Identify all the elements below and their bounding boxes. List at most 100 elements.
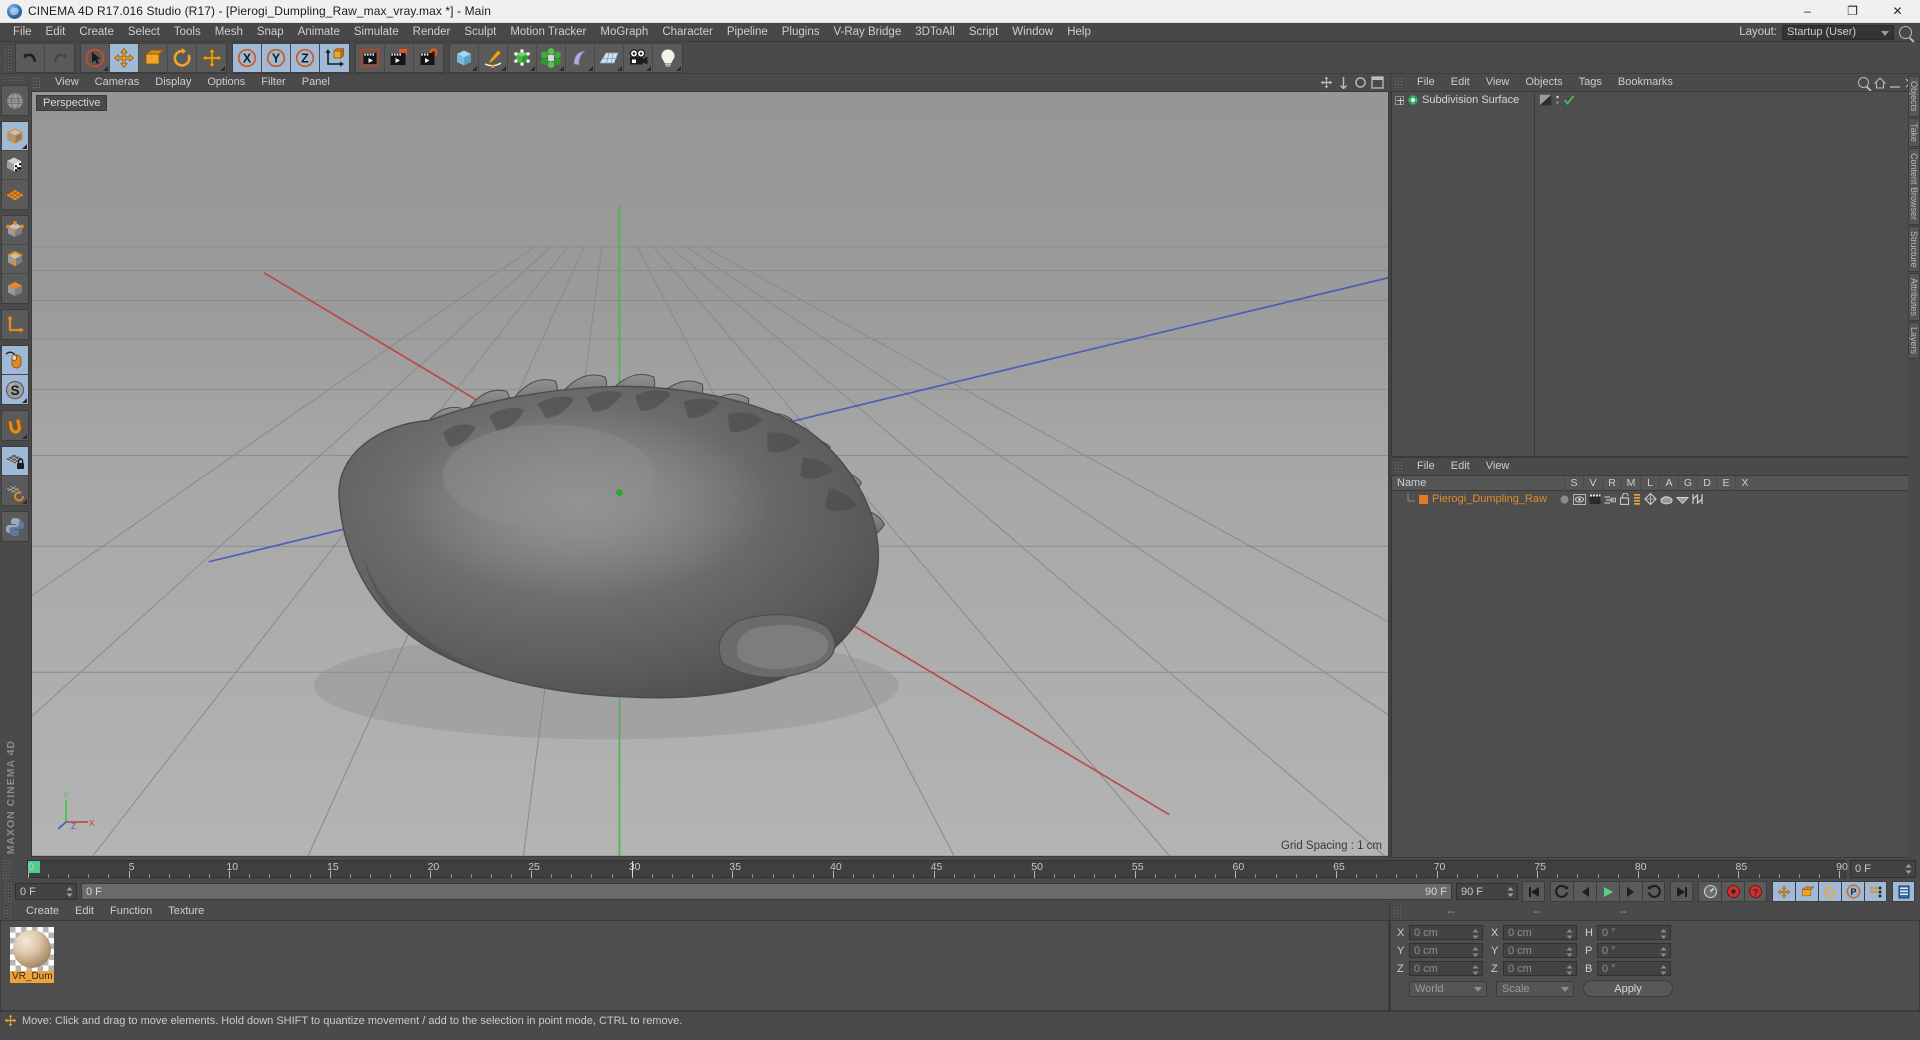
eye-icon[interactable] [1572,493,1586,505]
spinner-icon[interactable] [66,887,73,897]
viewport-menu-filter[interactable]: Filter [253,74,293,91]
lm-menu-view[interactable]: View [1478,458,1518,475]
scale-tool[interactable] [139,43,168,72]
points-mode[interactable] [2,216,28,245]
phong-tag-icon[interactable] [1539,94,1552,106]
generator-icon[interactable] [1644,493,1657,505]
coord-rot-h-field[interactable]: 0 ° [1597,925,1671,940]
om-menu-objects[interactable]: Objects [1517,74,1570,91]
object-manager-grip[interactable] [1394,77,1404,88]
menu-edit[interactable]: Edit [39,23,73,42]
spinner-icon[interactable] [1472,929,1479,939]
menu-sculpt[interactable]: Sculpt [457,23,503,42]
mm-menu-create[interactable]: Create [18,903,67,920]
mm-menu-edit[interactable]: Edit [67,903,102,920]
go-to-end-button[interactable] [1670,881,1693,902]
expand-plus-icon[interactable] [1395,95,1404,105]
material-list[interactable]: VR_Dum [0,920,1389,1011]
scale-key-toggle[interactable] [1795,881,1818,902]
coord-size-x-field[interactable]: 0 cm [1503,925,1577,940]
go-to-start-button[interactable] [1522,881,1545,902]
spinner-icon[interactable] [1905,864,1912,874]
menu-mesh[interactable]: Mesh [208,23,250,42]
render-clapper-icon[interactable] [1589,494,1601,505]
texture-axis-mode[interactable] [2,86,28,115]
menu-help[interactable]: Help [1060,23,1098,42]
coord-pos-y-field[interactable]: 0 cm [1409,943,1483,958]
menu-file[interactable]: File [6,23,39,42]
coordinates-grip[interactable] [1393,906,1403,917]
green-check-icon[interactable] [1563,94,1575,106]
menu-vray-bridge[interactable]: V-Ray Bridge [826,23,908,42]
toolbar-grip[interactable] [4,44,13,71]
lock-x-axis[interactable]: X [233,43,262,72]
lm-menu-edit[interactable]: Edit [1443,458,1478,475]
render-to-picture-viewer-button[interactable] [385,43,414,72]
object-manager-tree[interactable]: Subdivision Surface [1391,91,1920,457]
world-object-coordinate-toggle[interactable] [320,43,349,72]
menu-select[interactable]: Select [121,23,167,42]
go-to-previous-key-button[interactable] [1550,881,1573,902]
timeline-toggle[interactable] [1892,881,1915,902]
spinner-icon[interactable] [1660,947,1667,957]
minimize-button[interactable]: – [1785,0,1830,23]
add-cube-button[interactable] [450,43,479,72]
spinner-icon[interactable] [1566,965,1573,975]
coord-size-z-field[interactable]: 0 cm [1503,961,1577,976]
apply-button[interactable]: Apply [1583,980,1673,997]
viewport-move-icon[interactable] [1320,76,1333,89]
add-generator-button[interactable] [508,43,537,72]
deform-icon[interactable] [1660,493,1673,505]
om-menu-edit[interactable]: Edit [1443,74,1478,91]
menu-create[interactable]: Create [72,23,121,42]
model-mode[interactable] [2,122,28,151]
dot-icon[interactable] [1559,494,1570,505]
menu-script[interactable]: Script [962,23,1005,42]
lock-y-axis[interactable]: Y [262,43,291,72]
viewport-menu-view[interactable]: View [47,74,87,91]
layer-icon[interactable] [1604,494,1616,505]
menu-render[interactable]: Render [406,23,458,42]
viewport-menu-panel[interactable]: Panel [294,74,338,91]
menu-window[interactable]: Window [1005,23,1060,42]
spinner-icon[interactable] [1472,947,1479,957]
transform-mode-select[interactable]: Scale [1496,980,1574,997]
point-level-animation-toggle[interactable] [1864,881,1887,902]
xref-icon[interactable] [1692,493,1703,505]
om-menu-tags[interactable]: Tags [1571,74,1610,91]
timeline-ruler[interactable]: 0 5 10 15 20 25 30 35 40 45 50 55 60 65 70 75 80 85 90 [27,860,1848,878]
menu-snap[interactable]: Snap [250,23,291,42]
add-light-button[interactable] [653,43,682,72]
spinner-icon[interactable] [1660,929,1667,939]
maximize-button[interactable]: ❐ [1830,0,1875,23]
coordinate-system-select[interactable]: World [1409,980,1487,997]
autokeying-button[interactable] [1721,881,1744,902]
timeline-grip[interactable] [2,859,11,879]
polygons-mode[interactable] [2,274,28,303]
close-button[interactable]: ✕ [1875,0,1920,23]
render-settings-button[interactable] [414,43,443,72]
viewport-grip[interactable] [32,77,42,88]
lm-menu-file[interactable]: File [1409,458,1443,475]
menu-motion-tracker[interactable]: Motion Tracker [503,23,593,42]
add-modeling-object-button[interactable] [537,43,566,72]
om-menu-bookmarks[interactable]: Bookmarks [1610,74,1681,91]
coord-rot-p-field[interactable]: 0 ° [1597,943,1671,958]
coord-rot-b-field[interactable]: 0 ° [1597,961,1671,976]
mm-menu-function[interactable]: Function [102,903,160,920]
display-icon[interactable] [1675,493,1689,505]
add-deformer-button[interactable] [566,43,595,72]
object-tag-row[interactable] [1535,92,1919,108]
live-selection-tool[interactable] [81,43,110,72]
material-manager-grip[interactable] [3,906,13,917]
spinner-icon[interactable] [1566,929,1573,939]
list-icon[interactable] [1633,493,1641,505]
spinner-icon[interactable] [1472,965,1479,975]
om-home-icon[interactable] [1874,76,1886,89]
coord-pos-z-field[interactable]: 0 cm [1409,961,1483,976]
workplane-mode[interactable] [2,180,28,209]
add-environment-button[interactable] [595,43,624,72]
timeline-playhead[interactable] [631,861,633,877]
om-menu-file[interactable]: File [1409,74,1443,91]
texture-mode[interactable] [2,151,28,180]
